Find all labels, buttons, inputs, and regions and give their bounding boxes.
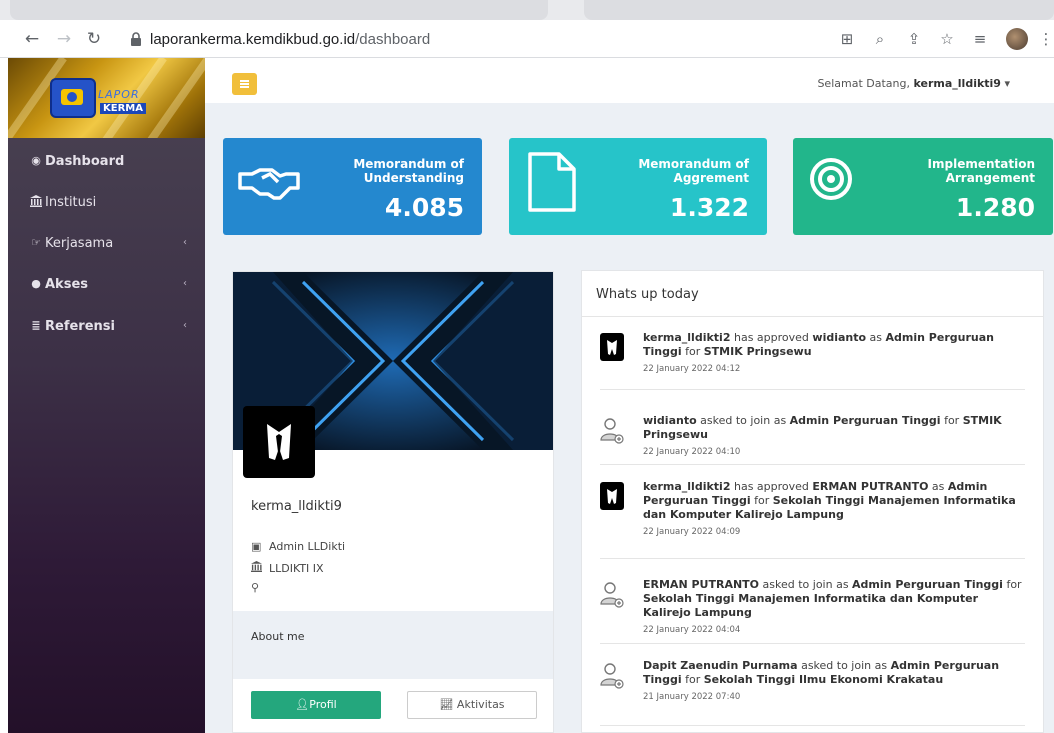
- sidebar-item-label: Institusi: [45, 195, 97, 210]
- sidebar-toggle-button[interactable]: [232, 73, 257, 95]
- feed-date: 22 January 2022 04:10: [643, 447, 741, 457]
- about-me-section: About me: [233, 611, 553, 679]
- welcome-text: Selamat Datang,: [817, 77, 910, 90]
- user-add-icon: [600, 582, 624, 608]
- profile-location: ⚲: [251, 581, 269, 594]
- organization-logo-icon: [600, 333, 624, 361]
- profile-role: ▣ Admin LLDikti: [251, 540, 346, 553]
- feed-date: 22 January 2022 04:12: [643, 364, 741, 374]
- sidebar-item-referensi[interactable]: ≣ Referensi ‹: [8, 315, 205, 339]
- sidebar-item-dashboard[interactable]: ◉ Dashboard: [8, 150, 205, 174]
- user-icon: 👤︎: [295, 698, 310, 711]
- browser-tab-strip: [0, 0, 1054, 20]
- globe-icon: ●: [31, 277, 41, 290]
- sidebar-item-institusi[interactable]: Institusi: [8, 191, 205, 215]
- reading-list-icon[interactable]: ≡: [970, 29, 990, 49]
- zoom-icon[interactable]: ⌕: [870, 29, 890, 49]
- back-icon[interactable]: ←: [22, 29, 42, 49]
- activity-feed: Whats up today kerma_lldikti2 has approv…: [581, 270, 1044, 733]
- stat-title: Memorandum of Aggrement: [638, 157, 749, 185]
- sidebar-item-label: Kerjasama: [45, 236, 114, 251]
- sidebar-item-label: Akses: [45, 277, 88, 292]
- browser-tab[interactable]: [584, 0, 1054, 20]
- institution-icon: [29, 195, 43, 210]
- stat-moa[interactable]: Memorandum of Aggrement 1.322: [509, 138, 767, 235]
- stat-value: 4.085: [384, 193, 464, 222]
- caret-down-icon: ▾: [1004, 77, 1010, 90]
- stat-value: 1.322: [669, 193, 749, 222]
- feed-date: 21 January 2022 07:40: [643, 692, 741, 702]
- institution-icon: [251, 561, 269, 575]
- welcome-username: kerma_lldikti9: [913, 77, 1001, 90]
- more-menu-icon[interactable]: ⋮: [1036, 29, 1054, 49]
- sidebar-item-label: Referensi: [45, 319, 115, 334]
- address-bar[interactable]: laporankerma.kemdikbud.go.id/dashboard: [150, 31, 430, 48]
- user-menu[interactable]: Selamat Datang, kerma_lldikti9 ▾: [817, 77, 1010, 90]
- profile-card: kerma_lldikti9 ▣ Admin LLDikti LLDIKTI IX…: [232, 271, 554, 733]
- top-navbar: Selamat Datang, kerma_lldikti9 ▾: [205, 58, 1054, 103]
- feed-date: 22 January 2022 04:09: [643, 527, 741, 537]
- chevron-left-icon: ‹: [183, 237, 187, 248]
- url-path: /dashboard: [355, 31, 431, 48]
- browser-profile-avatar[interactable]: [1006, 28, 1028, 50]
- line-chart-icon: 📈︎: [439, 698, 457, 711]
- url-domain: laporankerma.kemdikbud.go.id: [150, 31, 356, 48]
- bookmark-star-icon[interactable]: ☆: [937, 29, 957, 49]
- logo-mark-icon: [50, 78, 96, 118]
- aktivitas-button[interactable]: 📈︎ Aktivitas: [407, 691, 537, 719]
- handshake-icon: [238, 168, 300, 200]
- feed-date: 22 January 2022 04:04: [643, 625, 741, 635]
- app-logo[interactable]: LAPOR KERMA: [8, 58, 205, 138]
- profile-avatar[interactable]: [243, 406, 315, 478]
- sidebar-item-kerjasama[interactable]: ☞ Kerjasama ‹: [8, 232, 205, 256]
- map-marker-icon: ⚲: [251, 581, 260, 594]
- logo-text-line2: KERMA: [100, 103, 146, 114]
- logo-text-line1: LAPOR: [98, 88, 140, 101]
- stat-title: Implementation Arrangement: [927, 157, 1035, 185]
- user-add-icon: [600, 663, 624, 689]
- stat-title: Memorandum of Understanding: [353, 157, 464, 185]
- about-me-title: About me: [251, 630, 305, 643]
- feed-title: Whats up today: [596, 287, 699, 302]
- document-icon: [528, 152, 576, 212]
- organization-logo-icon: [600, 482, 624, 510]
- stat-ia[interactable]: Implementation Arrangement 1.280: [793, 138, 1053, 235]
- database-icon: ≣: [31, 319, 41, 332]
- profil-button[interactable]: 👤︎Profil: [251, 691, 381, 719]
- sidebar-item-label: Dashboard: [45, 154, 125, 169]
- stat-mou[interactable]: Memorandum of Understanding 4.085: [223, 138, 482, 235]
- sidebar: LAPOR KERMA ◉ Dashboard Institusi ☞ Kerj…: [8, 58, 205, 733]
- handshake-icon: ☞: [31, 236, 41, 249]
- target-icon: [810, 158, 852, 200]
- lock-icon: [131, 32, 141, 46]
- browser-tab[interactable]: [10, 0, 548, 20]
- forward-icon[interactable]: →: [54, 29, 74, 49]
- stat-value: 1.280: [955, 193, 1035, 222]
- id-card-icon: ▣: [251, 540, 262, 553]
- profile-username: kerma_lldikti9: [251, 499, 342, 514]
- user-add-icon: [600, 418, 624, 444]
- reload-icon[interactable]: ↻: [84, 29, 104, 49]
- profile-institution: LLDIKTI IX: [251, 561, 324, 575]
- palette-icon: ◉: [31, 154, 41, 167]
- chevron-left-icon: ‹: [183, 278, 187, 289]
- sidebar-item-akses[interactable]: ● Akses ‹: [8, 273, 205, 297]
- share-icon[interactable]: ⇪: [904, 29, 924, 49]
- browser-toolbar: ← → ↻ laporankerma.kemdikbud.go.id/dashb…: [0, 20, 1054, 58]
- translate-icon[interactable]: ⊞: [837, 29, 857, 49]
- chevron-left-icon: ‹: [183, 320, 187, 331]
